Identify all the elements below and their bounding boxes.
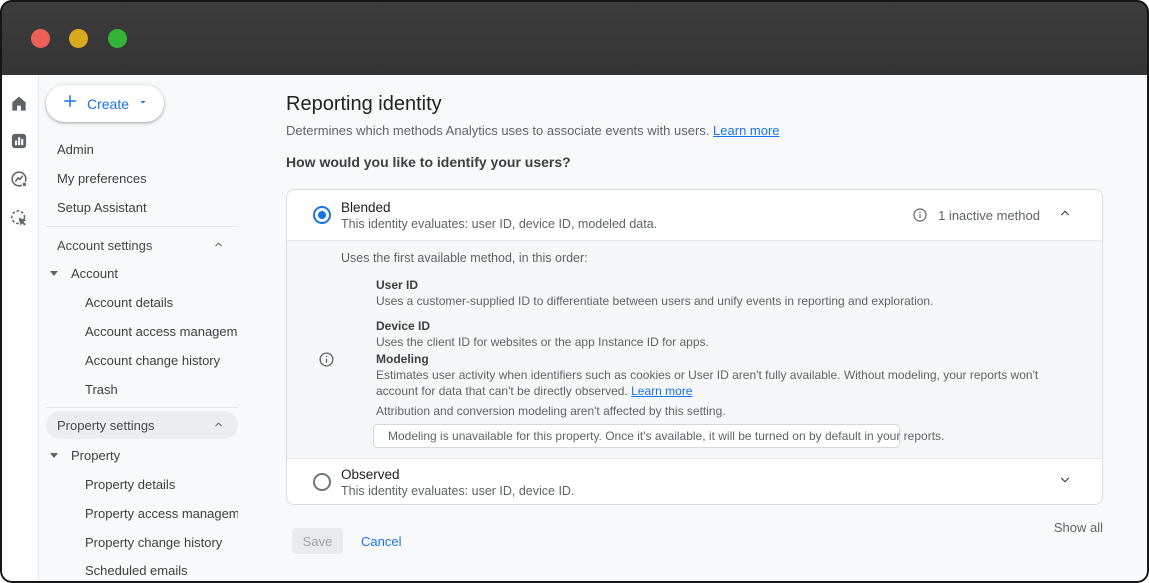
sidebar-item-account-details[interactable]: Account details: [39, 288, 238, 316]
blended-option-title: Blended: [341, 199, 657, 216]
expander-triangle-icon[interactable]: [50, 453, 58, 458]
observed-option-row[interactable]: Observed This identity evaluates: user I…: [287, 459, 1102, 505]
close-button[interactable]: [31, 29, 50, 48]
sidebar-item-account-change-history[interactable]: Account change history: [39, 346, 238, 374]
learn-more-link[interactable]: Learn more: [631, 384, 692, 398]
method-device-id-description: Uses the client ID for websites or the a…: [376, 335, 709, 351]
sidebar-item-trash[interactable]: Trash: [39, 375, 238, 403]
blended-option-row[interactable]: Blended This identity evaluates: user ID…: [287, 190, 1102, 240]
method-user-id-name: User ID: [376, 278, 418, 292]
advertising-icon[interactable]: [9, 208, 29, 228]
explore-icon[interactable]: [9, 169, 29, 189]
learn-more-link[interactable]: Learn more: [713, 123, 779, 138]
dropdown-arrow-icon: [137, 95, 149, 113]
sidebar-item-property-change-history[interactable]: Property change history: [39, 528, 238, 556]
sidebar-item-setup-assistant[interactable]: Setup Assistant: [39, 193, 238, 221]
method-device-id-name: Device ID: [376, 319, 430, 333]
cancel-button[interactable]: Cancel: [361, 534, 401, 549]
sidebar-divider: [46, 226, 238, 227]
expander-triangle-icon[interactable]: [50, 271, 58, 276]
info-icon[interactable]: [912, 207, 928, 223]
observed-option-title: Observed: [341, 466, 574, 483]
zoom-button[interactable]: [108, 29, 127, 48]
sidebar-item-my-preferences[interactable]: My preferences: [39, 164, 238, 192]
reports-icon[interactable]: [9, 131, 29, 151]
save-button[interactable]: Save: [292, 528, 343, 554]
sidebar-item-account-access-management[interactable]: Account access managem...: [39, 317, 238, 345]
identity-question: How would you like to identify your user…: [286, 154, 571, 170]
blended-details-panel: Uses the first available method, in this…: [287, 240, 1102, 459]
inactive-method-badge: 1 inactive method: [938, 208, 1040, 223]
sidebar-section-account-settings[interactable]: Account settings: [39, 231, 238, 259]
sidebar-item-scheduled-emails[interactable]: Scheduled emails: [39, 556, 238, 583]
radio-dot: [318, 211, 326, 219]
reporting-identity-card: Blended This identity evaluates: user ID…: [286, 189, 1103, 505]
page-description: Determines which methods Analytics uses …: [286, 123, 780, 138]
sidebar-item-property[interactable]: Property: [39, 441, 238, 469]
sidebar-item-property-details[interactable]: Property details: [39, 470, 238, 498]
create-button-label: Create: [87, 96, 129, 112]
method-order-intro: Uses the first available method, in this…: [341, 251, 588, 265]
observed-option-subtitle: This identity evaluates: user ID, device…: [341, 483, 574, 499]
attribution-note: Attribution and conversion modeling aren…: [376, 404, 726, 418]
method-user-id-description: Uses a customer-supplied ID to different…: [376, 294, 933, 310]
chevron-up-icon[interactable]: [213, 418, 224, 433]
method-modeling-name: Modeling: [376, 352, 429, 366]
observed-radio[interactable]: [313, 473, 331, 491]
plus-icon: [61, 92, 79, 115]
create-button[interactable]: Create: [46, 85, 164, 122]
sidebar-item-property-access-management[interactable]: Property access managem...: [39, 499, 238, 527]
chevron-down-icon[interactable]: [1058, 473, 1072, 492]
sidebar-item-account[interactable]: Account: [39, 259, 238, 287]
app-window: Create Admin My preferences Setup Assist…: [0, 0, 1149, 583]
show-all-link[interactable]: Show all: [286, 520, 1103, 535]
sidebar-item-admin[interactable]: Admin: [39, 135, 238, 163]
nav-rail: [0, 75, 39, 583]
window-titlebar: [0, 0, 1149, 75]
method-modeling-description: Estimates user activity when identifiers…: [376, 368, 1056, 399]
modeling-unavailable-notice: Modeling is unavailable for this propert…: [373, 424, 900, 448]
sidebar-divider: [46, 407, 238, 408]
info-icon: [318, 351, 335, 368]
page-title: Reporting identity: [286, 93, 442, 116]
home-icon[interactable]: [9, 94, 29, 114]
sidebar-section-property-settings[interactable]: Property settings: [46, 411, 238, 439]
blended-radio[interactable]: [313, 206, 331, 224]
chevron-up-icon[interactable]: [1058, 206, 1072, 225]
blended-option-subtitle: This identity evaluates: user ID, device…: [341, 216, 657, 232]
chevron-up-icon[interactable]: [213, 238, 224, 253]
minimize-button[interactable]: [69, 29, 88, 48]
sidebar: Create Admin My preferences Setup Assist…: [39, 75, 248, 583]
